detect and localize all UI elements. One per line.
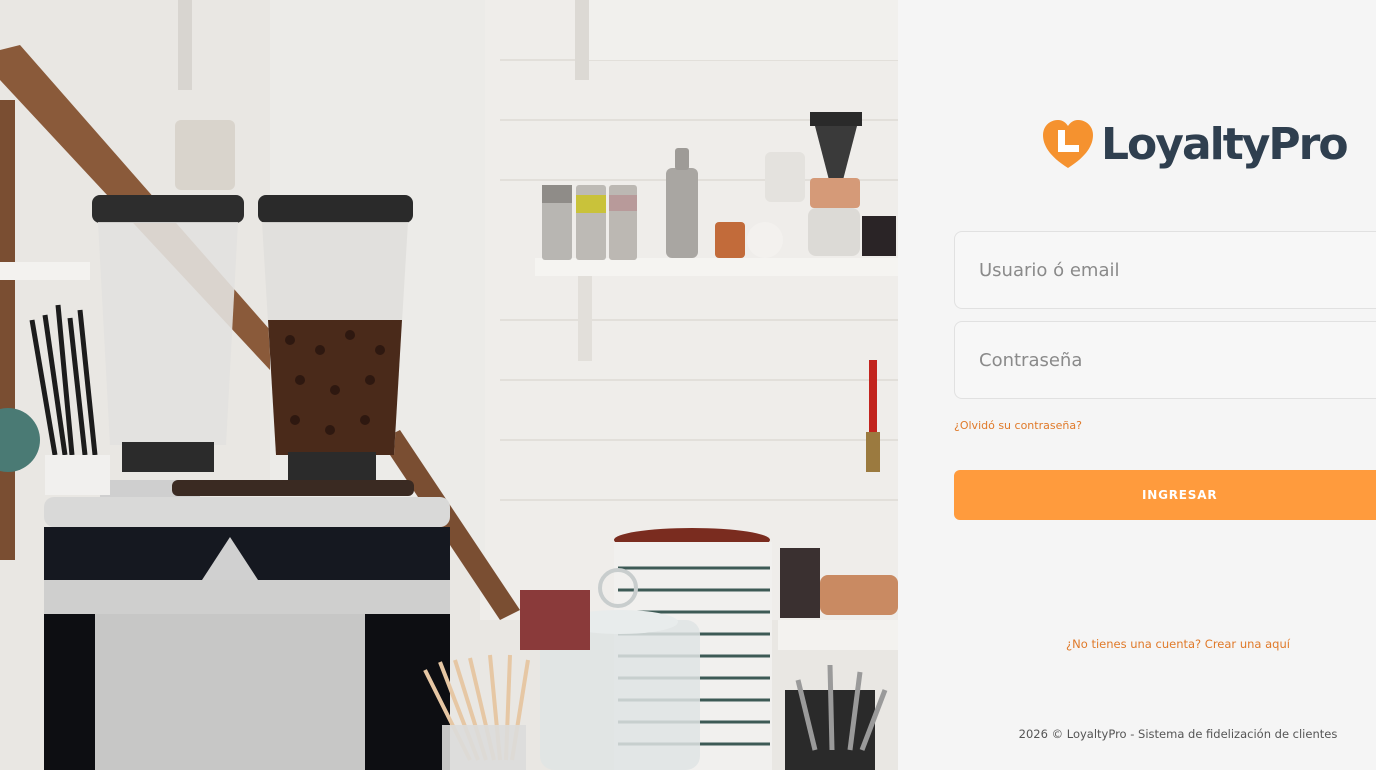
username-input[interactable] [954,231,1376,309]
login-panel: LoyaltyPro ¿Olvidó su contraseña? INGRES… [898,0,1376,770]
signup-prompt: ¿No tienes una cuenta? Crear una aquí [898,637,1376,651]
password-input[interactable] [954,321,1376,399]
forgot-password-link[interactable]: ¿Olvidó su contraseña? [954,419,1082,432]
brand-name: LoyaltyPro [1101,119,1349,170]
brand-logo: LoyaltyPro [1041,113,1349,177]
coffee-shop-photo [0,0,898,770]
heart-L-icon [1043,120,1093,168]
login-button[interactable]: INGRESAR [954,470,1376,520]
signup-link[interactable]: ¿No tienes una cuenta? Crear una aquí [1066,637,1290,651]
footer-copyright: 2026 © LoyaltyPro - Sistema de fidelizac… [1018,727,1338,741]
background-photo [0,0,898,770]
